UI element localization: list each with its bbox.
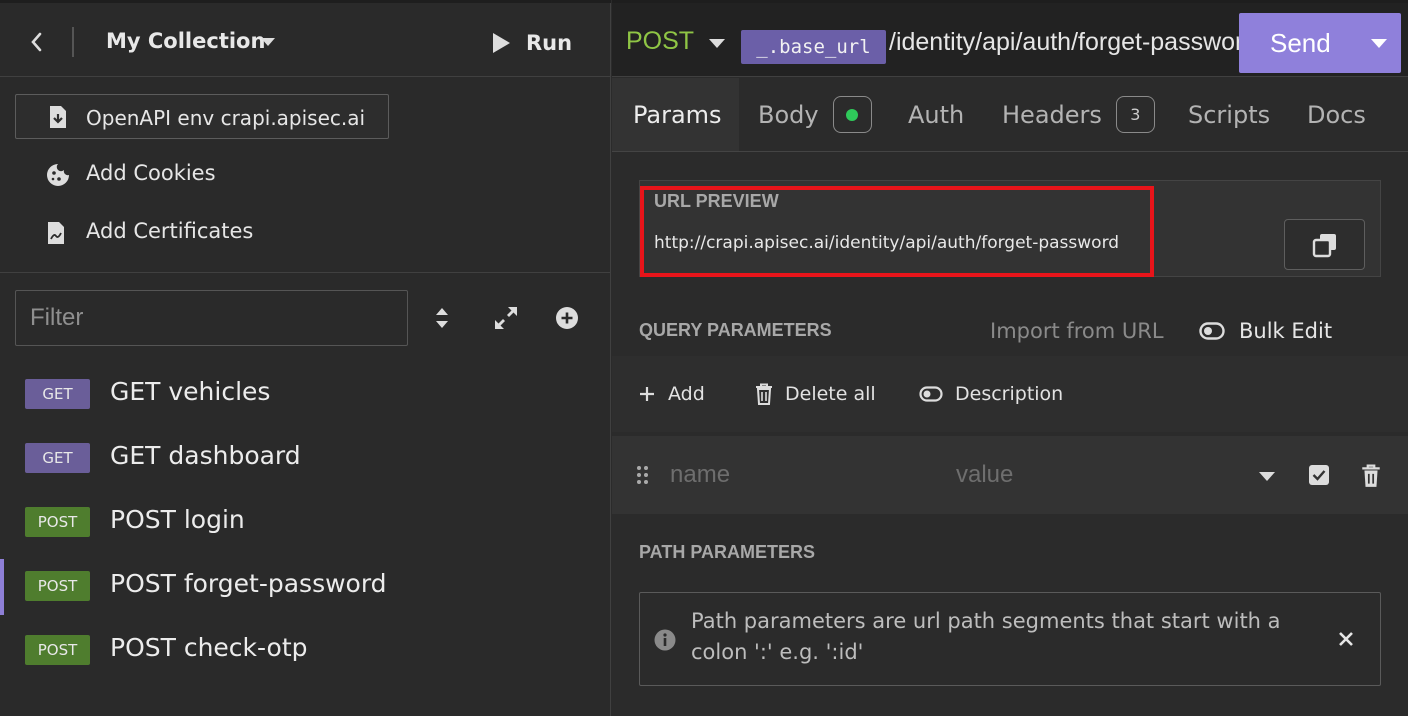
plus-icon — [640, 387, 654, 401]
chevron-down-icon[interactable] — [261, 38, 275, 46]
play-icon — [493, 33, 510, 53]
method-badge: POST — [25, 635, 90, 665]
method-badge: GET — [25, 379, 90, 409]
description-label: Description — [955, 383, 1064, 405]
tab-params[interactable]: Params — [612, 78, 739, 151]
path-params-title: PATH PARAMETERS — [639, 542, 816, 562]
headers-count-badge: 3 — [1115, 96, 1155, 133]
tab-label: Scripts — [1188, 100, 1271, 129]
url-path-input[interactable]: /identity/api/auth/forget-password — [889, 28, 1239, 57]
close-icon[interactable] — [1337, 630, 1355, 652]
filter-input[interactable] — [15, 290, 408, 346]
method-badge: POST — [25, 507, 90, 537]
environment-label: OpenAPI env crapi.apisec.ai — [86, 106, 366, 130]
copy-url-button[interactable] — [1284, 219, 1365, 270]
sort-icon[interactable] — [428, 304, 456, 332]
trash-icon[interactable] — [1361, 464, 1381, 492]
tab-label: Body — [758, 100, 819, 129]
cookie-icon — [46, 163, 70, 191]
tab-docs[interactable]: Docs — [1307, 78, 1366, 151]
body-status-badge — [832, 96, 872, 133]
checkbox-checked-icon[interactable] — [1309, 465, 1329, 489]
drag-handle-icon[interactable] — [636, 465, 650, 489]
info-icon — [654, 629, 676, 655]
file-download-icon — [48, 105, 68, 133]
request-item-post-login[interactable]: POST POST login — [0, 493, 611, 549]
params-toolbar: Add Delete all Description — [612, 356, 1408, 432]
request-tabs: Params Body Auth Headers 3 Scripts Docs — [612, 78, 1408, 152]
run-label: Run — [526, 31, 573, 55]
tab-label: Auth — [908, 100, 965, 129]
add-param-button[interactable]: Add — [638, 380, 705, 408]
send-label: Send — [1270, 28, 1331, 58]
base-url-variable[interactable]: _.base_url — [741, 30, 886, 64]
add-circle-icon[interactable] — [553, 304, 581, 332]
tab-label: Docs — [1307, 100, 1366, 129]
add-certificates-label: Add Certificates — [86, 219, 254, 243]
chevron-down-icon[interactable] — [709, 39, 725, 48]
send-button[interactable]: Send — [1239, 13, 1401, 73]
copy-icon — [1312, 233, 1336, 257]
request-name: POST login — [110, 505, 245, 534]
expand-icon[interactable] — [492, 304, 520, 332]
tab-headers[interactable]: Headers 3 — [1002, 78, 1155, 151]
request-item-post-forget-password[interactable]: POST POST forget-password — [0, 557, 611, 615]
toggle-off-icon — [919, 386, 943, 402]
sidebar-header: My Collection Run — [0, 0, 611, 77]
path-params-info-text: Path parameters are url path segments th… — [691, 609, 1281, 664]
tab-label: Params — [633, 100, 722, 129]
status-dot-icon — [846, 108, 859, 121]
bulk-edit-label: Bulk Edit — [1239, 319, 1333, 343]
chevron-down-icon[interactable] — [1371, 39, 1387, 48]
add-certificates-button[interactable]: Add Certificates — [0, 211, 611, 255]
back-button[interactable] — [22, 27, 50, 57]
delete-all-label: Delete all — [785, 383, 876, 405]
run-button[interactable]: Run — [490, 27, 572, 59]
sidebar: My Collection Run OpenAPI env crapi.apis… — [0, 0, 611, 716]
request-item-post-check-otp[interactable]: POST POST check-otp — [0, 621, 611, 677]
tab-scripts[interactable]: Scripts — [1188, 78, 1270, 151]
request-name: GET dashboard — [110, 441, 301, 470]
import-from-url-label: Import from URL — [990, 319, 1164, 343]
environment-button[interactable]: OpenAPI env crapi.apisec.ai — [15, 94, 389, 139]
request-name: GET vehicles — [110, 377, 271, 406]
header-divider — [72, 27, 74, 57]
bulk-edit-toggle[interactable]: Bulk Edit — [1199, 318, 1332, 344]
method-selector[interactable]: POST — [626, 27, 694, 56]
toggle-off-icon — [1199, 322, 1225, 340]
param-name-input[interactable] — [670, 458, 930, 492]
delete-all-button[interactable]: Delete all — [755, 380, 876, 408]
tab-label: Headers — [1002, 100, 1102, 129]
chevron-down-icon[interactable] — [1259, 472, 1275, 481]
description-toggle[interactable]: Description — [919, 380, 1063, 408]
query-params-title: QUERY PARAMETERS — [639, 320, 832, 340]
request-name: POST check-otp — [110, 633, 308, 662]
query-param-row — [612, 436, 1408, 514]
add-cookies-label: Add Cookies — [86, 161, 216, 185]
url-preview-text: http://crapi.apisec.ai/identity/api/auth… — [654, 233, 1120, 253]
method-badge: POST — [25, 571, 90, 601]
import-from-url-button[interactable]: Import from URL — [990, 318, 1164, 344]
filter-row — [0, 274, 611, 360]
request-name: POST forget-password — [110, 569, 387, 598]
certificate-icon — [46, 221, 66, 249]
chevron-left-icon — [31, 32, 42, 52]
trash-icon — [756, 383, 772, 405]
tab-body[interactable]: Body — [758, 78, 872, 151]
tab-auth[interactable]: Auth — [908, 78, 964, 151]
param-value-input[interactable] — [956, 458, 1236, 492]
path-params-info: Path parameters are url path segments th… — [639, 592, 1381, 686]
environment-section: OpenAPI env crapi.apisec.ai Add Cookies … — [0, 78, 611, 273]
request-item-get-dashboard[interactable]: GET GET dashboard — [0, 429, 611, 485]
collection-title[interactable]: My Collection — [106, 29, 265, 53]
request-item-get-vehicles[interactable]: GET GET vehicles — [0, 365, 611, 421]
request-panel: POST _.base_url /identity/api/auth/forge… — [612, 0, 1408, 716]
add-cookies-button[interactable]: Add Cookies — [0, 153, 611, 197]
add-param-label: Add — [668, 383, 705, 405]
method-badge: GET — [25, 443, 90, 473]
url-preview-title: URL PREVIEW — [654, 191, 779, 211]
url-bar: POST _.base_url /identity/api/auth/forge… — [612, 0, 1408, 77]
